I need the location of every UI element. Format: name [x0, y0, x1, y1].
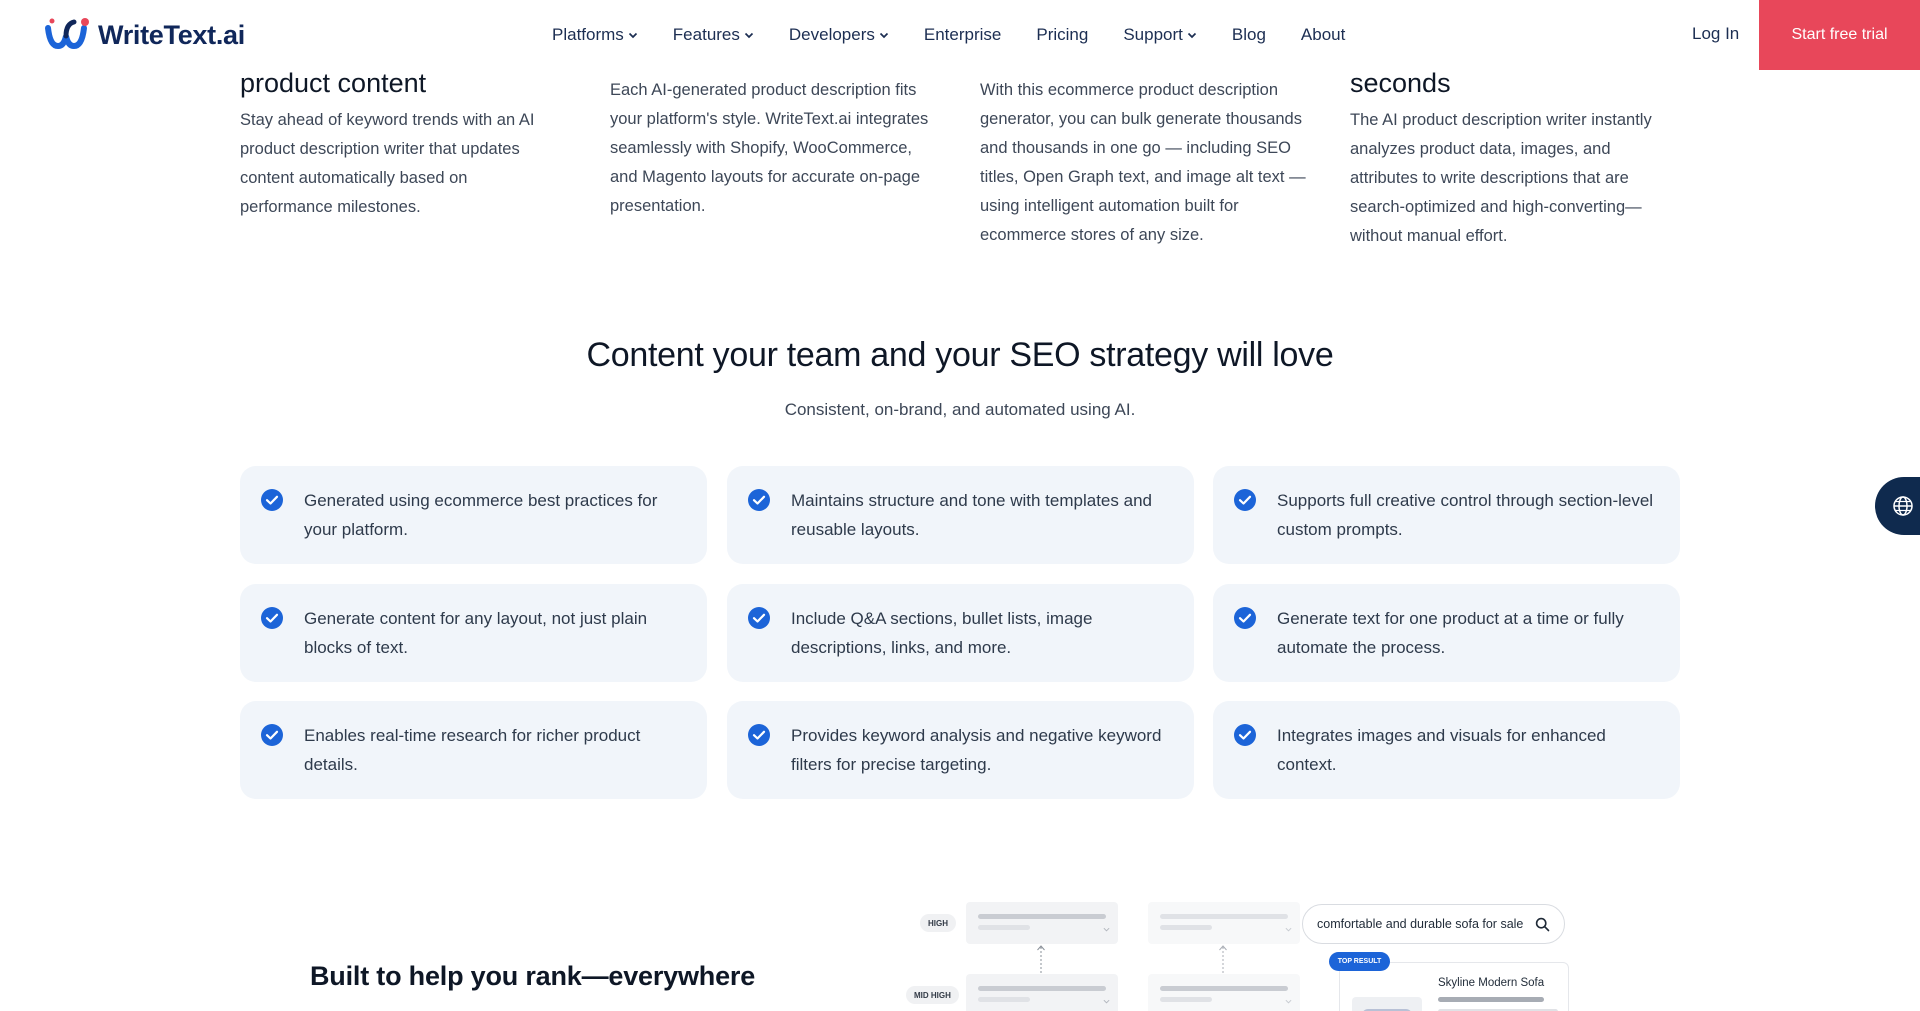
mock-result-card — [1148, 974, 1300, 1011]
feature-card: Provides keyword analysis and negative k… — [727, 701, 1194, 799]
chevron-down-icon — [1187, 32, 1196, 39]
mock-bar — [978, 914, 1106, 919]
feature-text: Generate content for any layout, not jus… — [304, 609, 648, 657]
nav-blog[interactable]: Blog — [1232, 24, 1266, 46]
up-arrow-icon — [1219, 945, 1227, 973]
mock-bar — [1160, 925, 1212, 930]
check-circle-icon — [261, 489, 283, 511]
nav-label: Platforms — [552, 25, 624, 44]
feature-column-1: product content Stay ahead of keyword tr… — [240, 66, 560, 222]
feature-text: Supports full creative control through s… — [1277, 491, 1654, 539]
mock-product-name: Skyline Modern Sofa — [1438, 977, 1545, 989]
feature-text: Generated using ecommerce best practices… — [304, 491, 658, 539]
site-header: WriteText.ai Platforms Features Develope… — [0, 0, 1920, 70]
mock-bar — [978, 997, 1030, 1002]
feature-text: Integrates images and visuals for enhanc… — [1277, 726, 1606, 774]
mock-bar — [1438, 997, 1544, 1002]
check-circle-icon — [748, 489, 770, 511]
mock-bar — [978, 986, 1106, 991]
feature-card: Generated using ecommerce best practices… — [240, 466, 707, 564]
nav-label: Developers — [788, 25, 875, 44]
writetext-logo-icon — [44, 16, 90, 54]
globe-icon — [1893, 496, 1913, 516]
column-text: With this ecommerce product description … — [980, 81, 1306, 244]
feature-column-4: seconds The AI product description write… — [1350, 66, 1680, 251]
feature-text: Provides keyword analysis and negative k… — [791, 726, 1162, 774]
mock-bar — [1160, 914, 1288, 919]
nav-pricing[interactable]: Pricing — [1036, 24, 1088, 46]
mock-bar — [1160, 997, 1212, 1002]
start-trial-button[interactable]: Start free trial — [1759, 0, 1920, 70]
mock-bar — [1160, 986, 1288, 991]
chevron-down-icon — [1103, 999, 1110, 1004]
nav-enterprise[interactable]: Enterprise — [924, 24, 1001, 46]
rank-pill-mid-high: MID HIGH — [906, 986, 959, 1004]
chevron-down-icon — [744, 32, 753, 39]
check-circle-icon — [748, 607, 770, 629]
chevron-down-icon — [628, 32, 637, 39]
rank-pill-high: HIGH — [920, 914, 956, 932]
feature-text: Include Q&A sections, bullet lists, imag… — [791, 609, 1093, 657]
column-title: product content — [240, 68, 427, 98]
feature-card: Maintains structure and tone with templa… — [727, 466, 1194, 564]
mock-result-card — [966, 974, 1118, 1011]
nav-label: About — [1300, 25, 1346, 44]
chevron-down-icon — [1285, 999, 1292, 1004]
feature-text: Generate text for one product at a time … — [1277, 609, 1624, 657]
nav-platforms[interactable]: Platforms — [552, 24, 638, 46]
mock-result-card — [1148, 902, 1300, 944]
nav-label: Blog — [1231, 25, 1266, 44]
check-circle-icon — [1234, 724, 1256, 746]
logo-text: WriteText.ai — [98, 19, 245, 50]
feature-text: Enables real-time research for richer pr… — [304, 726, 641, 774]
check-circle-icon — [1234, 489, 1256, 511]
nav-about[interactable]: About — [1301, 24, 1345, 46]
check-circle-icon — [261, 724, 283, 746]
feature-card: Enables real-time research for richer pr… — [240, 701, 707, 799]
column-text: Stay ahead of keyword trends with an AI … — [240, 111, 535, 216]
feature-card: Generate content for any layout, not jus… — [240, 584, 707, 682]
chevron-down-icon — [1103, 927, 1110, 932]
sofa-icon — [1363, 1009, 1411, 1011]
mock-search-text: comfortable and durable sofa for sale — [1317, 917, 1524, 931]
check-circle-icon — [1234, 607, 1256, 629]
logo[interactable]: WriteText.ai — [44, 16, 245, 54]
nav-features[interactable]: Features — [673, 24, 754, 46]
check-circle-icon — [261, 607, 283, 629]
up-arrow-icon — [1037, 945, 1045, 973]
chevron-down-icon — [879, 32, 888, 39]
nav-developers[interactable]: Developers — [789, 24, 889, 46]
nav-support[interactable]: Support — [1123, 24, 1197, 46]
column-text: The AI product description writer instan… — [1350, 111, 1652, 245]
sofa-thumbnail — [1352, 997, 1422, 1011]
login-link[interactable]: Log In — [1692, 24, 1739, 44]
mock-search-bar: comfortable and durable sofa for sale — [1302, 904, 1565, 944]
column-title: seconds — [1350, 68, 1451, 98]
feature-card: Integrates images and visuals for enhanc… — [1213, 701, 1680, 799]
feature-card: Supports full creative control through s… — [1213, 466, 1680, 564]
section-title: Content your team and your SEO strategy … — [586, 336, 1334, 374]
mock-result-card — [966, 902, 1118, 944]
feature-column-3: With this ecommerce product description … — [980, 76, 1310, 250]
feature-column-2: Each AI-generated product description fi… — [610, 76, 930, 221]
nav-label: Features — [672, 25, 740, 44]
nav-label: Enterprise — [923, 25, 1002, 44]
feature-text: Maintains structure and tone with templa… — [791, 491, 1152, 539]
feature-card: Generate text for one product at a time … — [1213, 584, 1680, 682]
chevron-down-icon — [1285, 927, 1292, 932]
language-switcher[interactable] — [1875, 477, 1920, 535]
column-text: Each AI-generated product description fi… — [610, 81, 929, 215]
feature-card: Include Q&A sections, bullet lists, imag… — [727, 584, 1194, 682]
top-result-badge: TOP RESULT — [1329, 952, 1390, 971]
search-icon — [1535, 917, 1550, 932]
rank-section-title: Built to help you rank—everywhere — [310, 961, 756, 991]
nav-label: Support — [1123, 25, 1183, 44]
main-nav: Platforms Features Developers Enterprise… — [552, 24, 1380, 46]
section-subtitle: Consistent, on-brand, and automated usin… — [784, 400, 1136, 419]
check-circle-icon — [748, 724, 770, 746]
nav-label: Pricing — [1036, 25, 1089, 44]
mock-bar — [978, 925, 1030, 930]
